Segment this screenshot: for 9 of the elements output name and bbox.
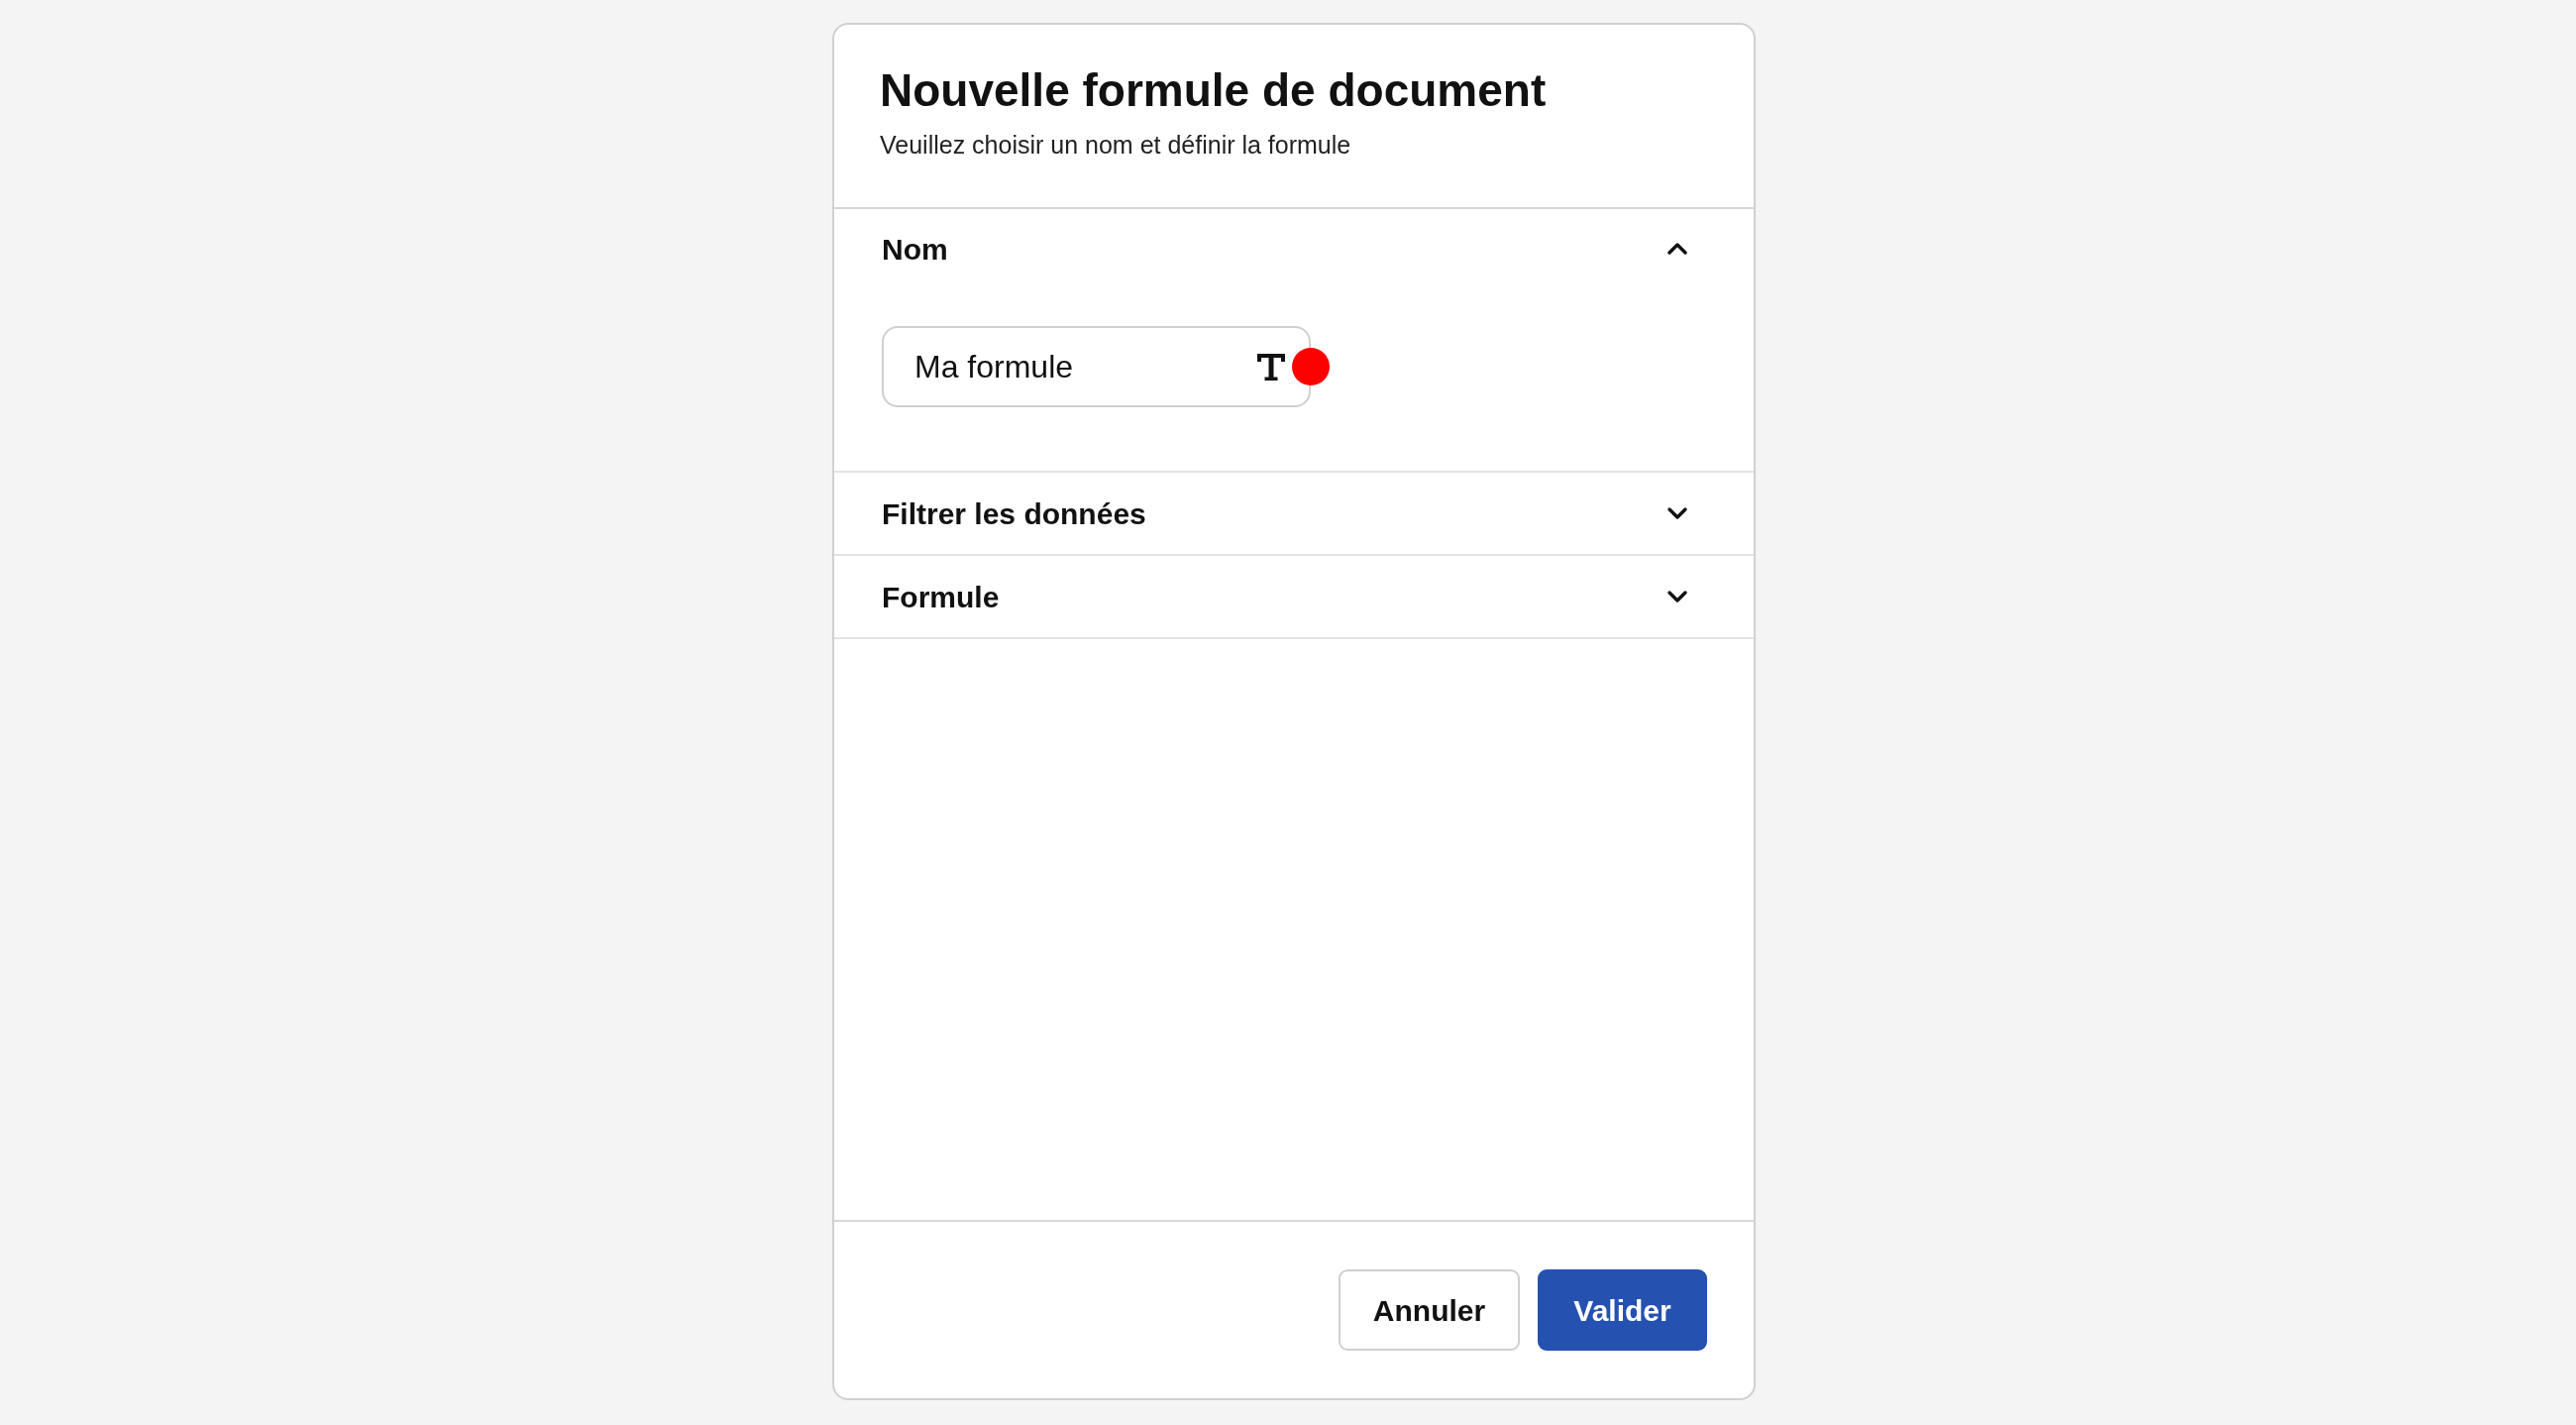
letter-t-icon [1256,353,1286,382]
dialog-title: Nouvelle formule de document [880,63,1547,118]
text-input[interactable]: Ma formule [882,326,1311,407]
accordion-header[interactable]: Filtrer les données [834,473,1754,554]
cancel-button[interactable]: Annuler [1339,1269,1520,1351]
dialog-subtitle: Veuillez choisir un nom et définir la formule [880,130,1351,161]
accordion-header[interactable]: Formule [834,556,1754,637]
confirm-button[interactable]: Valider [1538,1269,1707,1351]
accordion-header[interactable]: Nom [834,209,1754,288]
